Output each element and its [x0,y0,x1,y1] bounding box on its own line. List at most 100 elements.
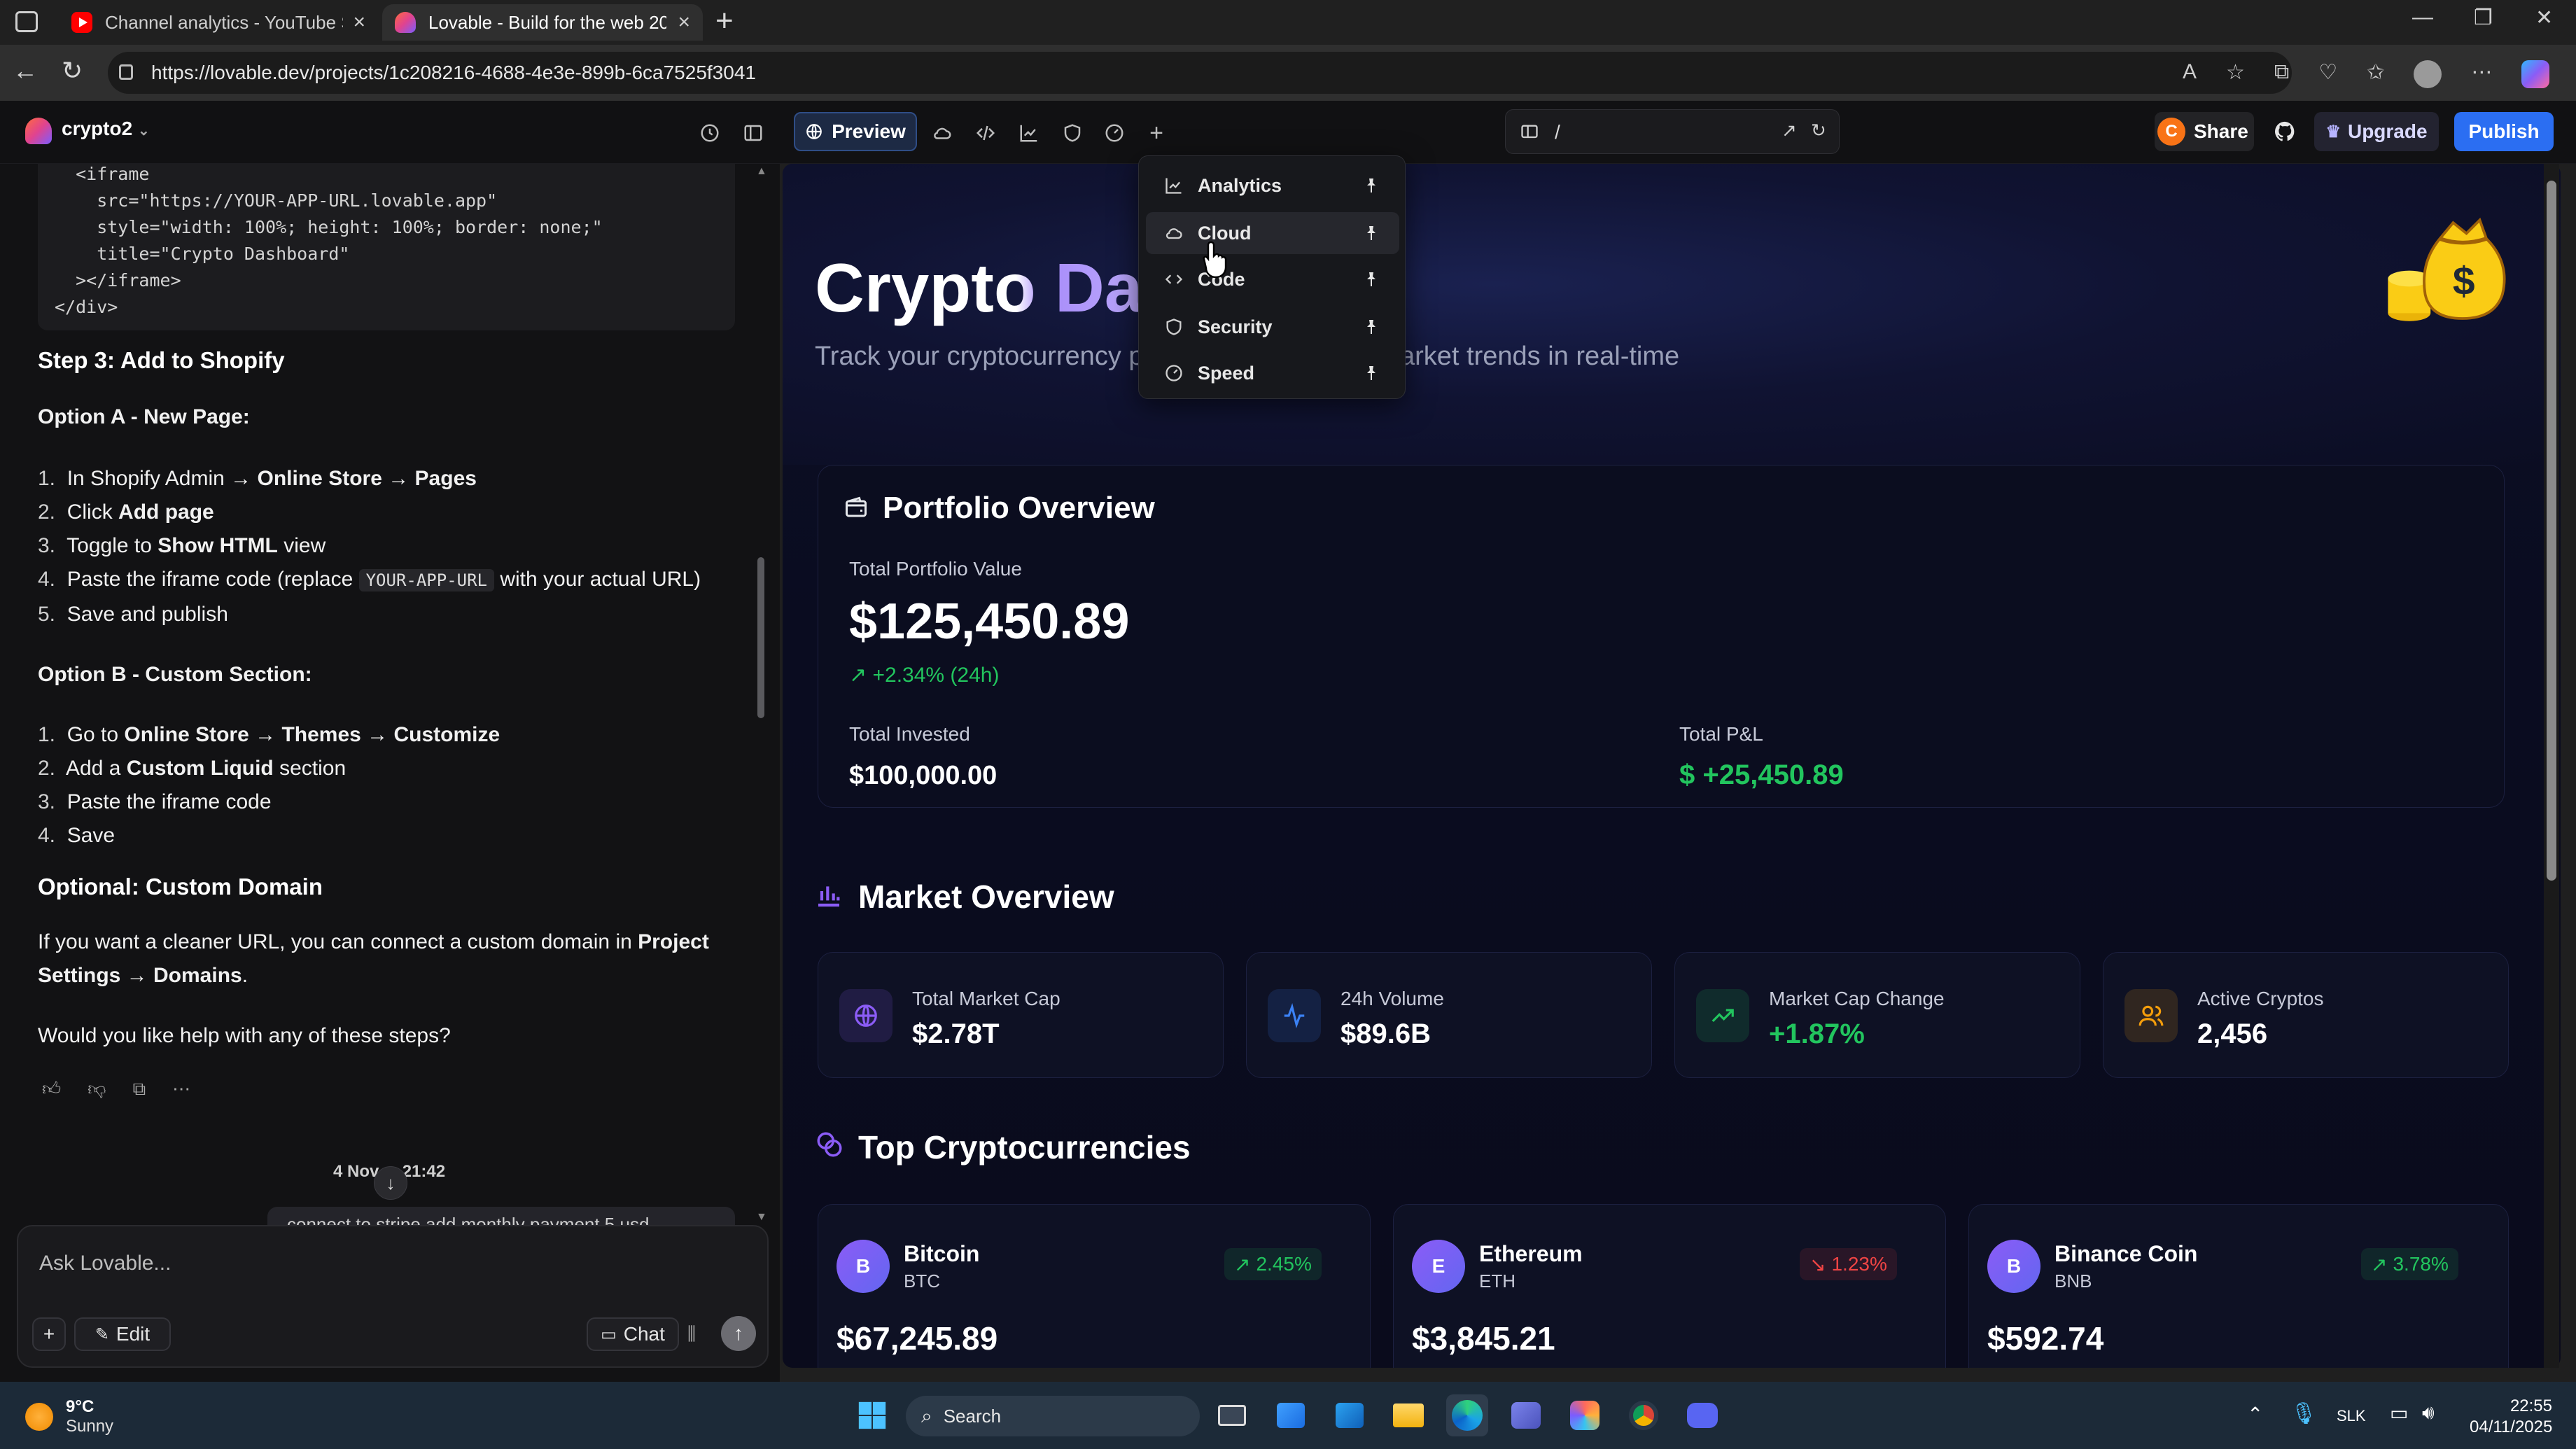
language-indicator[interactable]: SLK [2337,1407,2366,1425]
favorite-star-icon[interactable]: ☆ [2226,60,2245,88]
open-external-icon[interactable]: ↗ [1782,120,1797,141]
favorites-icon[interactable]: ✩ [2367,60,2384,88]
github-icon[interactable] [2269,116,2300,147]
menu-item-label: Speed [1198,362,1255,384]
profile-avatar[interactable] [2414,60,2442,88]
taskbar-search[interactable]: ⌕ Search [906,1396,1200,1436]
add-tool-icon[interactable]: + [1141,118,1172,148]
coin-card[interactable]: E Ethereum ETH ↘ 1.23% $3,845.21 [1393,1204,1946,1368]
sidebar-toggle-icon[interactable] [738,118,769,148]
chat-scrollbar[interactable] [757,557,764,718]
new-tab-button[interactable]: + [715,6,734,36]
tab-actions-icon[interactable] [15,11,38,32]
close-tab-icon[interactable]: × [353,10,365,34]
scroll-thumb[interactable] [2547,181,2556,881]
refresh-preview-icon[interactable]: ↻ [1811,120,1826,141]
preview-url-bar[interactable]: / ↗ ↻ [1505,109,1840,154]
chat-mode-button[interactable]: ▭ Chat [587,1317,679,1351]
start-button[interactable] [851,1394,893,1436]
minimize-button[interactable]: — [2412,6,2433,29]
menu-item-speed[interactable]: Speed [1146,352,1399,394]
speed-icon[interactable] [1099,118,1130,148]
chat-input-field[interactable]: Ask Lovable... [39,1252,171,1275]
attach-button[interactable]: + [32,1317,66,1351]
coin-symbol: BNB [2054,1270,2092,1292]
browser-essentials-icon[interactable]: ♡ [2318,60,2337,88]
menu-item-cloud[interactable]: Cloud [1146,212,1399,254]
project-name[interactable]: crypto2 ⌄ [62,118,150,140]
market-card: Market Cap Change +1.87% [1674,952,2080,1078]
thumbs-up-icon[interactable]: 👍︎ [42,1078,61,1100]
browser-tab-youtube[interactable]: Channel analytics - YouTube Studio × [59,4,378,41]
microphone-icon[interactable]: 🎙︎ [2290,1401,2317,1426]
edge-icon[interactable] [1446,1394,1488,1436]
coin-card[interactable]: B Binance Coin BNB ↗ 3.78% $592.74 [1968,1204,2509,1368]
volume-icon[interactable]: 🔊︎ [2422,1401,2435,1424]
more-icon[interactable]: ⋯ [172,1078,190,1100]
teams-icon[interactable] [1505,1394,1547,1436]
weather-widget[interactable]: 9°C Sunny [25,1397,113,1436]
pin-icon[interactable] [1363,365,1380,382]
task-view-icon[interactable] [1211,1394,1253,1436]
security-icon[interactable] [1057,118,1088,148]
edit-button[interactable]: ✎ Edit [74,1317,171,1351]
upgrade-label: Upgrade [2347,120,2428,142]
option-b-text: Option B - Custom Section: [38,663,312,686]
url-text: https://lovable.dev/projects/1c208216-46… [151,62,756,83]
clock[interactable]: 22:55 04/11/2025 [2470,1396,2552,1438]
read-aloud-icon[interactable]: A [2183,60,2197,88]
address-bar[interactable]: https://lovable.dev/projects/1c208216-46… [108,52,2292,94]
thumbs-down-icon[interactable]: 👎︎ [88,1078,106,1100]
voice-icon[interactable]: ⫼ [687,1323,696,1345]
menu-item-analytics[interactable]: Analytics [1146,164,1399,206]
send-button[interactable]: ↑ [721,1316,756,1351]
portfolio-change-text: +2.34% (24h) [872,664,1000,687]
network-icon[interactable]: ▭ [2390,1401,2408,1424]
pnl-label: Total P&L [1679,723,1763,745]
back-icon[interactable]: ← [13,56,38,85]
browser-tab-lovable[interactable]: Lovable - Build for the web 20x faster × [382,4,703,41]
copilot-icon[interactable] [2521,60,2550,88]
pin-icon[interactable] [1363,318,1380,335]
scroll-down-arrow-icon[interactable]: ▼ [756,1211,767,1224]
tray-chevron-icon[interactable]: ⌃ [2247,1403,2263,1426]
upgrade-button[interactable]: ♛ Upgrade [2314,112,2439,151]
pin-icon[interactable] [1363,177,1380,194]
reload-icon[interactable]: ↻ [62,56,83,85]
weather-text: Sunny [66,1417,114,1436]
share-button[interactable]: C Share [2155,112,2254,151]
code-icon[interactable] [970,118,1001,148]
chart-line-icon [1166,178,1182,194]
extensions-icon[interactable]: ⧉ [2274,60,2289,88]
preview-scrollbar[interactable] [2544,164,2559,1368]
close-window-button[interactable]: ✕ [2535,6,2553,30]
m365-icon[interactable] [1564,1394,1606,1436]
copy-icon[interactable]: ⧉ [133,1078,146,1100]
chrome-icon[interactable] [1623,1394,1665,1436]
pin-icon[interactable] [1363,225,1380,241]
preview-button[interactable]: Preview [794,112,917,151]
restore-button[interactable]: ❐ [2474,6,2493,30]
history-icon[interactable] [694,118,725,148]
chat-input-box[interactable]: Ask Lovable... + ✎ Edit ▭ Chat ⫼ ↑ [17,1225,769,1368]
lovable-logo-icon[interactable] [25,118,52,144]
scroll-up-arrow-icon[interactable]: ▲ [756,165,767,178]
globe-icon [839,989,892,1042]
pin-icon[interactable] [1363,271,1380,288]
outlook-icon[interactable] [1329,1394,1371,1436]
site-info-icon[interactable] [119,64,133,80]
file-explorer-icon[interactable] [1387,1394,1429,1436]
coin-card[interactable]: B Bitcoin BTC ↗ 2.45% $67,245.89 [818,1204,1371,1368]
menu-item-security[interactable]: Security [1146,306,1399,348]
cloud-icon[interactable] [927,118,958,148]
device-icon[interactable] [1520,122,1539,142]
discord-icon[interactable] [1681,1394,1723,1436]
more-menu-icon[interactable]: ⋯ [2471,60,2492,88]
close-tab-icon[interactable]: × [678,10,690,34]
analytics-icon[interactable] [1014,118,1044,148]
scroll-down-button[interactable]: ↓ [374,1166,407,1200]
menu-item-code[interactable]: Code [1146,258,1399,300]
store-icon[interactable] [1270,1394,1312,1436]
publish-button[interactable]: Publish [2454,112,2554,151]
pending-message: connect to stripe add monthly payment 5 … [267,1207,735,1225]
